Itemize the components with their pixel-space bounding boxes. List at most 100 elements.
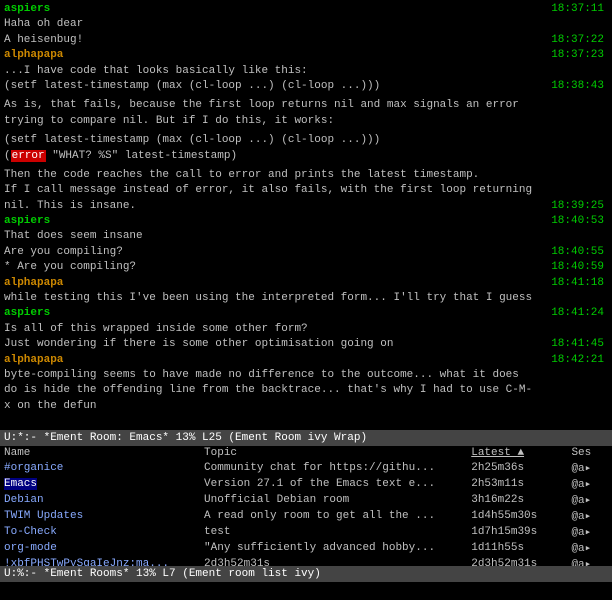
room-latest-cell: 1d7h15m39s xyxy=(467,524,567,540)
table-row[interactable]: TWIM Updates A read only room to get all … xyxy=(0,508,612,524)
chat-message: alphapapa 18:37:23 xyxy=(4,48,608,63)
room-topic-cell: "Any sufficiently advanced hobby... xyxy=(200,540,467,556)
status-bar-bottom: U:%:- *Ement Rooms* 13% L7 (Ement room l… xyxy=(0,566,612,582)
chat-message: alphapapa 18:41:18 xyxy=(4,276,608,291)
room-topic-cell: 2d3h52m31s xyxy=(200,556,467,566)
room-name[interactable]: To-Check xyxy=(4,526,57,538)
table-row[interactable]: DebianUnofficial Debian room3h16m22s@a▸ xyxy=(0,492,612,508)
message-text: A heisenbug! xyxy=(4,34,83,46)
chat-message: aspiers 18:40:53 xyxy=(4,214,608,229)
chat-message: alphapapa 18:42:21 xyxy=(4,353,608,368)
room-ses-cell: @a▸ xyxy=(567,476,612,492)
timestamp: 18:41:45 xyxy=(551,337,604,352)
table-header-row: Name Topic Latest ▲ Ses xyxy=(0,446,612,460)
room-name-cell[interactable]: !xbfPHSTwPySgaIeJnz:ma... xyxy=(0,556,200,566)
room-ses-cell: @a▸ xyxy=(567,508,612,524)
timestamp: 18:40:59 xyxy=(551,260,604,275)
timestamp: 18:37:11 xyxy=(551,2,604,17)
message-text: ...I have code that looks basically like… xyxy=(4,65,308,77)
message-text: If I call message instead of error, it a… xyxy=(4,184,532,211)
chat-message: aspiers 18:41:24 xyxy=(4,306,608,321)
code-text: (error "WHAT? %S" latest-timestamp) xyxy=(4,150,237,162)
chat-message: aspiers 18:37:11 xyxy=(4,2,608,17)
room-ses-cell: @a▸ xyxy=(567,540,612,556)
table-row[interactable]: org-mode "Any sufficiently advanced hobby… xyxy=(0,540,612,556)
chat-line: Are you compiling? 18:40:55 xyxy=(4,245,608,260)
chat-line: (setf latest-timestamp (max (cl-loop ...… xyxy=(4,133,608,148)
chat-line: If I call message instead of error, it a… xyxy=(4,183,608,214)
room-name[interactable]: Emacs xyxy=(4,478,37,490)
table-row[interactable]: !xbfPHSTwPySgaIeJnz:ma... 2d3h52m31s2d3h5… xyxy=(0,556,612,566)
author-label: aspiers xyxy=(4,307,50,319)
room-name[interactable]: Debian xyxy=(4,494,44,506)
room-name-cell[interactable]: Debian xyxy=(0,492,200,508)
timestamp: 18:39:25 xyxy=(551,199,604,214)
chat-area: aspiers 18:37:11 Haha oh dear A heisenbu… xyxy=(0,0,612,430)
message-text: byte-compiling seems to have made no dif… xyxy=(4,369,532,412)
room-ses-cell: @a▸ xyxy=(567,460,612,476)
message-text: Are you compiling? xyxy=(4,246,123,258)
chat-line: byte-compiling seems to have made no dif… xyxy=(4,368,608,414)
message-text: Haha oh dear xyxy=(4,18,83,30)
status-bar-bottom-text: U:%:- *Ement Rooms* 13% L7 (Ement room l… xyxy=(4,568,321,580)
room-name-cell[interactable]: To-Check xyxy=(0,524,200,540)
room-list-area[interactable]: Name Topic Latest ▲ Ses #organiceCommuni… xyxy=(0,446,612,566)
table-row[interactable]: To-Check test1d7h15m39s@a▸ xyxy=(0,524,612,540)
status-bar-top-text: U:*:- *Ement Room: Emacs* 13% L25 (Ement… xyxy=(4,432,367,444)
timestamp: 18:37:22 xyxy=(551,33,604,48)
room-ses-cell: @a▸ xyxy=(567,492,612,508)
chat-line: (error "WHAT? %S" latest-timestamp) xyxy=(4,149,608,164)
room-latest-cell: 2h53m11s xyxy=(467,476,567,492)
author-label: aspiers xyxy=(4,215,50,227)
chat-line: * Are you compiling? 18:40:59 xyxy=(4,260,608,275)
room-name-cell[interactable]: #organice xyxy=(0,460,200,476)
room-topic-cell: Version 27.1 of the Emacs text e... xyxy=(200,476,467,492)
chat-line: Haha oh dear xyxy=(4,17,608,32)
timestamp: 18:41:18 xyxy=(551,276,604,291)
room-topic-cell: Unofficial Debian room xyxy=(200,492,467,508)
chat-line: Then the code reaches the call to error … xyxy=(4,168,608,183)
room-latest-cell: 1d4h55m30s xyxy=(467,508,567,524)
timestamp: 18:37:23 xyxy=(551,48,604,63)
message-text: Is all of this wrapped inside some other… xyxy=(4,323,308,335)
room-name[interactable]: #organice xyxy=(4,462,63,474)
timestamp: 18:41:24 xyxy=(551,306,604,321)
room-name-cell[interactable]: Emacs xyxy=(0,476,200,492)
room-ses-cell: @a▸ xyxy=(567,524,612,540)
author-label: alphapapa xyxy=(4,354,63,366)
room-topic-cell: A read only room to get all the ... xyxy=(200,508,467,524)
room-latest-cell: 2h25m36s xyxy=(467,460,567,476)
chat-line: (setf latest-timestamp (max (cl-loop ...… xyxy=(4,79,608,94)
room-name[interactable]: !xbfPHSTwPySgaIeJnz:ma... xyxy=(4,558,169,566)
chat-line: Just wondering if there is some other op… xyxy=(4,337,608,352)
author-label: alphapapa xyxy=(4,49,63,61)
room-name-cell[interactable]: TWIM Updates xyxy=(0,508,200,524)
code-text: (setf latest-timestamp (max (cl-loop ...… xyxy=(4,134,380,146)
author-label: aspiers xyxy=(4,3,50,15)
table-row[interactable]: #organiceCommunity chat for https://gith… xyxy=(0,460,612,476)
chat-line: Is all of this wrapped inside some other… xyxy=(4,322,608,337)
chat-line: As is, that fails, because the first loo… xyxy=(4,98,608,129)
timestamp: 18:42:21 xyxy=(551,353,604,368)
room-latest-cell: 1d11h55s xyxy=(467,540,567,556)
chat-line: while testing this I've been using the i… xyxy=(4,291,608,306)
room-latest-cell: 2d3h52m31s xyxy=(467,556,567,566)
message-text: Then the code reaches the call to error … xyxy=(4,169,479,181)
timestamp: 18:40:53 xyxy=(551,214,604,229)
chat-line: ...I have code that looks basically like… xyxy=(4,64,608,79)
room-topic-cell: test xyxy=(200,524,467,540)
col-header-latest: Latest ▲ xyxy=(467,446,567,460)
col-header-name: Name xyxy=(0,446,200,460)
message-text: Just wondering if there is some other op… xyxy=(4,338,393,350)
room-name[interactable]: TWIM Updates xyxy=(4,510,83,522)
timestamp: 18:38:43 xyxy=(551,79,604,94)
table-row[interactable]: Emacs Version 27.1 of the Emacs text e...… xyxy=(0,476,612,492)
col-header-ses: Ses xyxy=(567,446,612,460)
room-name-cell[interactable]: org-mode xyxy=(0,540,200,556)
timestamp: 18:40:55 xyxy=(551,245,604,260)
room-name[interactable]: org-mode xyxy=(4,542,57,554)
room-ses-cell: @a▸ xyxy=(567,556,612,566)
col-header-topic: Topic xyxy=(200,446,467,460)
room-table: Name Topic Latest ▲ Ses #organiceCommuni… xyxy=(0,446,612,566)
error-highlight: error xyxy=(11,150,46,162)
